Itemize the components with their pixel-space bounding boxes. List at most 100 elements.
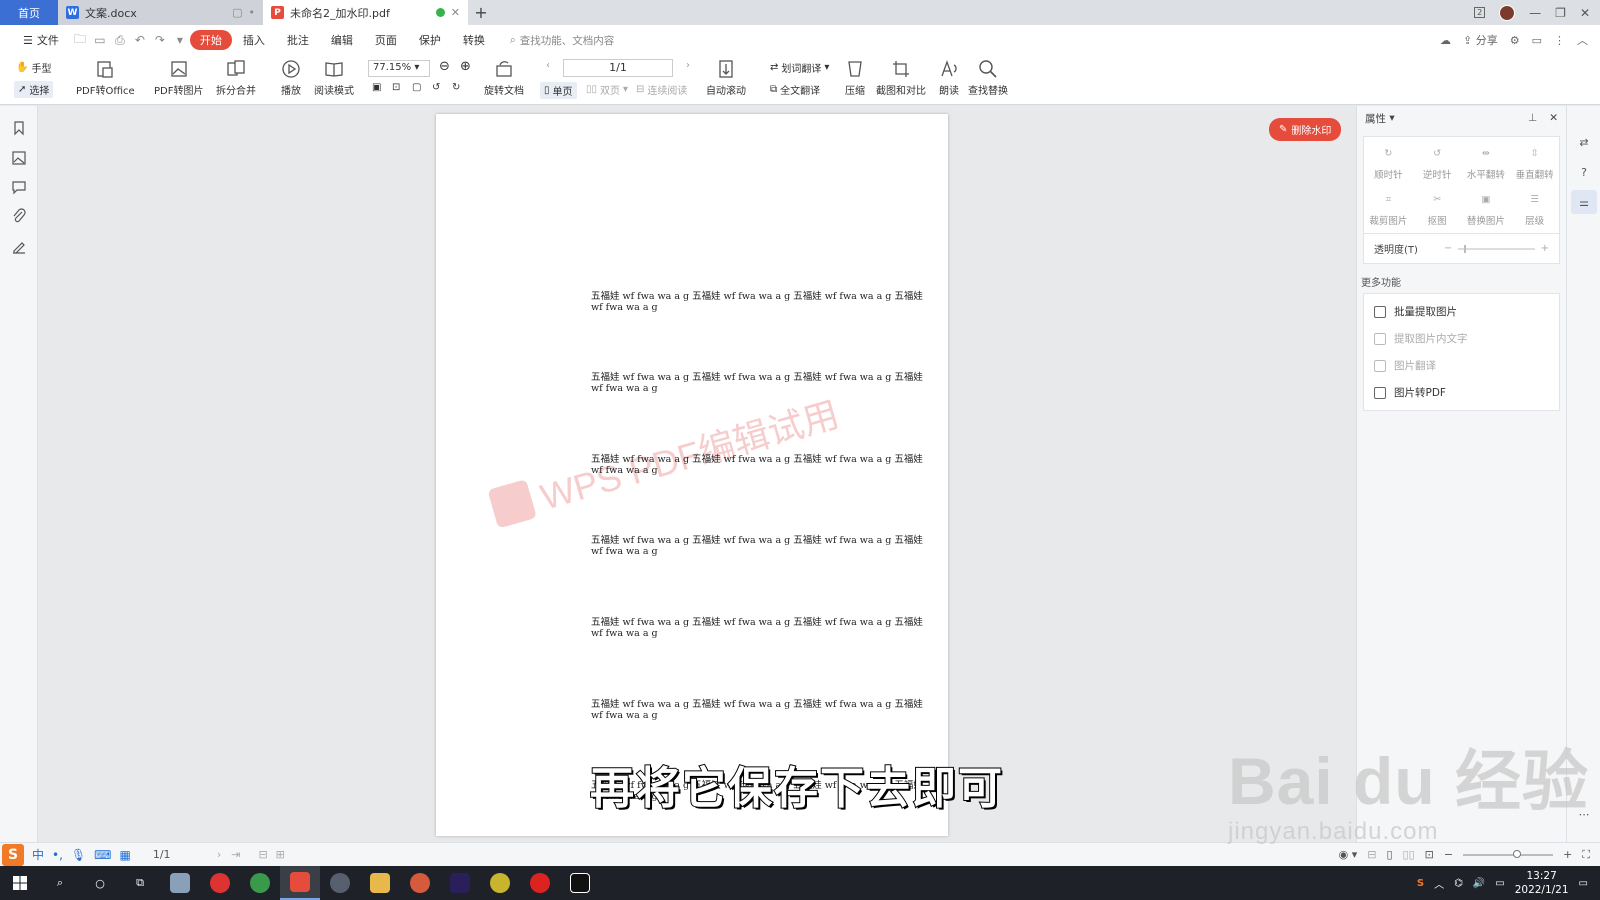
status-single-page-icon[interactable]: ▯ <box>1386 848 1392 861</box>
full-translate-button[interactable]: ⧉ 全文翻译 <box>770 82 820 97</box>
restore-icon[interactable]: ❐ <box>1555 6 1566 20</box>
fit-width-icon[interactable]: ▢ <box>412 82 421 93</box>
menu-convert[interactable]: 转换 <box>452 32 496 48</box>
status-next-icon[interactable]: › <box>217 848 221 861</box>
tray-network-icon[interactable]: ⌬ <box>1454 878 1463 889</box>
delete-watermark-button[interactable]: ✎ 删除水印 <box>1269 118 1342 141</box>
layer-button[interactable]: ☰ 层级 <box>1510 189 1559 228</box>
status-scroll-icon[interactable]: ⊟ <box>1367 848 1376 861</box>
tab-doc[interactable]: W 文案.docx ▢ • <box>58 0 263 25</box>
cutout-button[interactable]: ✂ 抠图 <box>1413 189 1462 228</box>
rotate-left-icon[interactable]: ↺ <box>432 82 440 93</box>
open-icon[interactable]: 🗀 <box>70 30 90 51</box>
close-window-icon[interactable]: ✕ <box>1580 6 1590 20</box>
window-count-icon[interactable]: 2 <box>1474 7 1486 18</box>
task-view-icon[interactable]: ⧉ <box>120 866 160 900</box>
zoom-out-icon[interactable]: ⊖ <box>439 59 450 74</box>
tab-pdf[interactable]: P 未命名2_加水印.pdf ✕ <box>263 0 468 25</box>
ime-mode[interactable]: 中 <box>32 846 44 863</box>
punctuation-icon[interactable]: •, <box>52 848 63 862</box>
taskbar-app-3-icon[interactable] <box>480 866 520 900</box>
microphone-icon[interactable]: 🎙 <box>71 848 86 862</box>
actual-size-icon[interactable]: ▣ <box>372 82 381 93</box>
opacity-slider-knob[interactable] <box>1464 244 1467 253</box>
status-back-icon[interactable]: ⊟ <box>258 848 267 861</box>
notification-icon[interactable]: ▭ <box>1579 878 1588 889</box>
menu-edit[interactable]: 编辑 <box>320 32 364 48</box>
share-button[interactable]: ⇪ 分享 <box>1463 32 1498 48</box>
attachment-icon[interactable] <box>11 208 27 224</box>
extract-image-text-button[interactable]: 提取图片内文字 <box>1364 325 1559 352</box>
rotate-right-icon[interactable]: ↻ <box>452 82 460 93</box>
play-button[interactable]: 播放 <box>280 58 302 97</box>
fullscreen-icon[interactable]: ⛶ <box>1582 848 1590 862</box>
new-tab-button[interactable]: + <box>468 0 494 25</box>
cloud-icon[interactable]: ☁ <box>1440 34 1451 47</box>
tab-close-icon[interactable]: ✕ <box>451 6 460 19</box>
find-replace-button[interactable]: 查找替换 <box>968 58 1008 97</box>
crop-image-button[interactable]: ⌗ 裁剪图片 <box>1364 189 1413 228</box>
read-aloud-button[interactable]: 朗读 <box>938 58 960 97</box>
menu-comment[interactable]: 批注 <box>276 32 320 48</box>
tray-expand-icon[interactable]: ︿ <box>1434 876 1444 891</box>
batch-extract-images-button[interactable]: 批量提取图片 <box>1364 298 1559 325</box>
cortana-icon[interactable]: ○ <box>80 866 120 900</box>
panel-title[interactable]: 属性 <box>1365 111 1386 126</box>
status-last-icon[interactable]: ⇥ <box>231 848 240 861</box>
properties-panel-icon[interactable]: ⚌ <box>1571 190 1597 214</box>
prev-page-icon[interactable]: ‹ <box>546 60 550 71</box>
comment-icon[interactable] <box>11 179 27 195</box>
menu-start[interactable]: 开始 <box>189 30 232 50</box>
pdf-to-image-button[interactable]: PDF转图片 <box>154 58 203 97</box>
file-explorer-icon[interactable] <box>360 866 400 900</box>
menu-protect[interactable]: 保护 <box>408 32 452 48</box>
flip-horizontal-button[interactable]: ⇹ 水平翻转 <box>1462 143 1511 182</box>
opacity-minus-icon[interactable]: − <box>1444 243 1452 254</box>
feedback-icon[interactable]: ▭ <box>1532 34 1542 47</box>
zoom-in-icon[interactable]: ⊕ <box>460 59 471 74</box>
collapse-icon[interactable]: ︿ <box>1577 32 1588 48</box>
status-fit-icon[interactable]: ⊡ <box>1425 848 1434 861</box>
record-icon[interactable] <box>520 866 560 900</box>
single-page-button[interactable]: ▯ 单页 <box>540 82 577 99</box>
status-zoom-out-icon[interactable]: − <box>1444 848 1453 861</box>
redo-icon[interactable]: ↷ <box>150 33 170 47</box>
tab-doc-screen-icon[interactable]: ▢ <box>232 6 242 19</box>
eye-protect-icon[interactable]: ◉ ▾ <box>1339 848 1358 861</box>
image-to-pdf-button[interactable]: 图片转PDF <box>1364 379 1559 406</box>
image-translate-button[interactable]: 图片翻译 <box>1364 352 1559 379</box>
more-quick-icon[interactable]: ▾ <box>170 33 190 47</box>
taskbar-app-1-icon[interactable] <box>160 866 200 900</box>
panel-close-icon[interactable]: ✕ <box>1549 112 1558 124</box>
zoom-slider-knob[interactable] <box>1513 849 1522 858</box>
menu-page[interactable]: 页面 <box>364 32 408 48</box>
bookmark-icon[interactable] <box>11 120 27 136</box>
tray-display-icon[interactable]: ▭ <box>1495 878 1504 889</box>
double-page-button[interactable]: ▯▯ 双页 ▾ <box>586 82 628 97</box>
thumbnail-icon[interactable] <box>11 150 27 166</box>
next-page-icon[interactable]: › <box>686 60 690 71</box>
taskbar-search-icon[interactable]: ⌕ <box>40 866 80 900</box>
sogou-ime-icon[interactable]: S <box>2 843 24 866</box>
fit-page-icon[interactable]: ⊡ <box>392 82 400 93</box>
menu-insert[interactable]: 插入 <box>232 32 276 48</box>
toolbox-icon[interactable]: ▦ <box>119 848 130 862</box>
undo-icon[interactable]: ↶ <box>130 33 150 47</box>
replace-image-button[interactable]: ▣ 替换图片 <box>1462 189 1511 228</box>
settings-icon[interactable]: ⚙ <box>1510 34 1520 47</box>
split-merge-button[interactable]: 拆分合并 <box>216 58 256 97</box>
pdf-to-office-button[interactable]: PDF转Office <box>76 58 135 97</box>
rotate-counterclockwise-button[interactable]: ↺ 逆时针 <box>1413 143 1462 182</box>
pdf-page[interactable]: WPS PDF编辑试用 五福娃 wf fwa wa a g 五福娃 wf fwa… <box>436 114 948 836</box>
compress-button[interactable]: 压缩 <box>844 58 866 97</box>
rotate-doc-button[interactable]: 旋转文档 <box>484 58 524 97</box>
keyboard-icon[interactable]: ⌨ <box>94 848 111 862</box>
status-page-indicator[interactable]: 1/1 <box>153 848 209 861</box>
flip-vertical-button[interactable]: ⇳ 垂直翻转 <box>1510 143 1559 182</box>
read-mode-button[interactable]: 阅读模式 <box>314 58 354 97</box>
taskbar-app-2-icon[interactable] <box>320 866 360 900</box>
volume-icon[interactable]: 🔊 <box>1473 878 1485 889</box>
status-zoom-in-icon[interactable]: + <box>1563 848 1572 861</box>
hand-tool[interactable]: ✋ 手型 <box>16 60 51 75</box>
page-number-input[interactable]: 1/1 <box>563 59 673 77</box>
